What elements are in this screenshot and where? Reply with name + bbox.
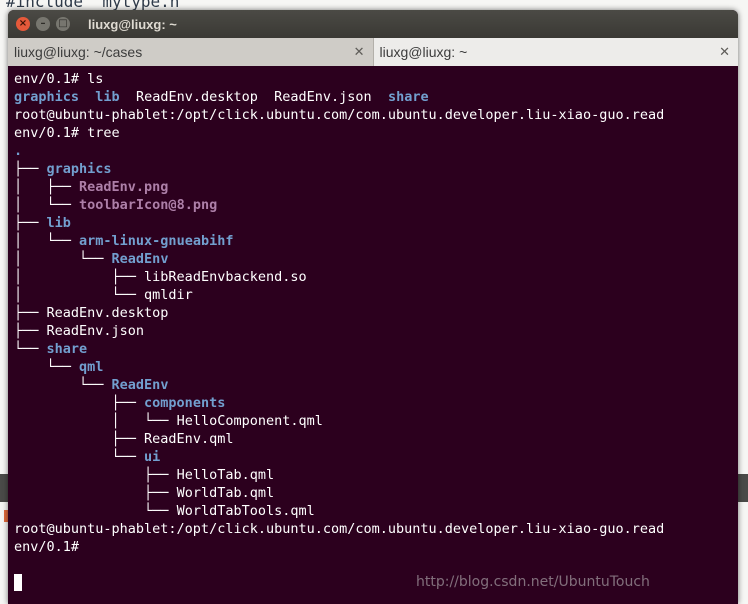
close-icon: × <box>18 18 28 29</box>
tree-entry: ReadEnv.desktop <box>46 305 169 321</box>
tree-branch: └── <box>14 341 47 357</box>
ls-output-line: graphics lib ReadEnv.desktop ReadEnv.jso… <box>14 88 738 106</box>
tree-entry: ReadEnv.qml <box>144 431 234 447</box>
tree-entry: ReadEnv <box>111 251 169 267</box>
tree-entry: qml <box>79 359 104 375</box>
tree-branch: ├── <box>14 467 177 483</box>
close-tab-icon[interactable]: ✕ <box>719 44 730 60</box>
tree-branch: │ └── <box>14 287 145 303</box>
tab-label: liuxg@liuxg: ~/cases <box>14 44 143 60</box>
tree-branch: └── <box>14 449 145 465</box>
tree-branch: │ └── <box>14 197 80 213</box>
tree-line: └── share <box>14 340 738 358</box>
tree-branch: │ └── <box>14 251 112 267</box>
tree-entry: ReadEnv.json <box>46 323 145 339</box>
tree-entry: arm-linux-gnueabihf <box>79 233 234 249</box>
tree-entry: lib <box>46 215 71 231</box>
tree-line: ├── lib <box>14 214 738 232</box>
tree-branch: │ └── <box>14 413 177 429</box>
text-cursor <box>14 574 22 591</box>
ls-entry-json: ReadEnv.json <box>274 89 372 105</box>
tree-branch: ├── <box>14 161 47 177</box>
tree-line: ├── graphics <box>14 160 738 178</box>
scrollbar[interactable] <box>732 66 738 604</box>
close-window-button[interactable]: × <box>16 17 30 31</box>
tree-line: │ ├── libReadEnvbackend.so <box>14 268 738 286</box>
tab-cases[interactable]: liuxg@liuxg: ~/cases ✕ <box>8 38 374 66</box>
title-bar[interactable]: × – □ liuxg@liuxg: ~ <box>8 10 738 38</box>
tree-branch: └── <box>14 359 80 375</box>
ls-entry-graphics: graphics <box>14 89 80 105</box>
terminal-line: env/0.1# ls <box>14 71 104 87</box>
tree-line: │ └── toolbarIcon@8.png <box>14 196 738 214</box>
tab-label: liuxg@liuxg: ~ <box>379 44 468 60</box>
close-tab-icon[interactable]: ✕ <box>354 44 365 60</box>
maximize-window-button[interactable]: □ <box>56 17 70 31</box>
tree-branch: │ ├── <box>14 179 80 195</box>
tree-line: │ └── arm-linux-gnueabihf <box>14 232 738 250</box>
terminal-window: × – □ liuxg@liuxg: ~ liuxg@liuxg: ~/case… <box>8 10 738 604</box>
tree-line: │ ├── ReadEnv.png <box>14 178 738 196</box>
ls-entry-desktop: ReadEnv.desktop <box>135 89 258 105</box>
tree-entry: graphics <box>46 161 112 177</box>
tree-branch: ├── <box>14 323 47 339</box>
tree-branch: └── <box>14 503 177 519</box>
terminal-line: root@ubuntu-phablet:/opt/click.ubuntu.co… <box>14 107 665 123</box>
tree-root: . <box>14 143 23 159</box>
tree-branch: ├── <box>14 485 177 501</box>
tree-entry: qmldir <box>144 287 193 303</box>
terminal-line: env/0.1# tree <box>14 125 120 141</box>
tree-entry: ReadEnv <box>111 377 169 393</box>
tree-entry: share <box>46 341 88 357</box>
ls-entry-share: share <box>387 89 429 105</box>
blank-line: root@ubuntu-phablet:/opt/click.ubuntu.co… <box>14 521 665 537</box>
tree-entry: WorldTabTools.qml <box>176 503 315 519</box>
tree-entry: libReadEnvbackend.so <box>144 269 307 285</box>
tree-entry: components <box>144 395 226 411</box>
maximize-icon: □ <box>58 18 68 29</box>
tree-line: │ └── ReadEnv <box>14 250 738 268</box>
tree-branch: │ └── <box>14 233 80 249</box>
tree-line: │ └── HelloComponent.qml <box>14 412 738 430</box>
tree-branch: ├── <box>14 431 145 447</box>
tree-entry: WorldTab.qml <box>176 485 275 501</box>
ls-entry-lib: lib <box>95 89 120 105</box>
tree-branch: ├── <box>14 395 145 411</box>
terminal-output[interactable]: env/0.1# ls graphics lib ReadEnv.desktop… <box>8 66 738 604</box>
tree-entry: HelloTab.qml <box>176 467 275 483</box>
tree-branch: │ ├── <box>14 269 145 285</box>
tree-line: └── WorldTabTools.qml <box>14 502 738 520</box>
minimize-window-button[interactable]: – <box>36 17 50 31</box>
tree-line: ├── ReadEnv.json <box>14 322 738 340</box>
tree-branch: ├── <box>14 215 47 231</box>
minimize-icon: – <box>40 18 46 29</box>
tree-line: ├── ReadEnv.desktop <box>14 304 738 322</box>
tree-line: ├── WorldTab.qml <box>14 484 738 502</box>
window-title: liuxg@liuxg: ~ <box>88 16 177 32</box>
tree-entry: ui <box>144 449 161 465</box>
tree-line: ├── HelloTab.qml <box>14 466 738 484</box>
tree-entry: toolbarIcon@8.png <box>79 197 218 213</box>
tree-line: ├── ReadEnv.qml <box>14 430 738 448</box>
tree-entry: HelloComponent.qml <box>176 413 323 429</box>
tree-line: └── ui <box>14 448 738 466</box>
tree-line: └── ReadEnv <box>14 376 738 394</box>
tree-entry: ReadEnv.png <box>79 179 169 195</box>
watermark: http://blog.csdn.net/UbuntuTouch <box>416 574 650 590</box>
tree-line: ├── components <box>14 394 738 412</box>
tab-bar: liuxg@liuxg: ~/cases ✕ liuxg@liuxg: ~ ✕ <box>8 38 738 67</box>
tree-summary: env/0.1# <box>14 539 88 555</box>
tree-branch: └── <box>14 377 112 393</box>
tree-branch: ├── <box>14 305 47 321</box>
tree-line: └── qml <box>14 358 738 376</box>
tab-home[interactable]: liuxg@liuxg: ~ ✕ <box>373 38 738 66</box>
tree-line: │ └── qmldir <box>14 286 738 304</box>
